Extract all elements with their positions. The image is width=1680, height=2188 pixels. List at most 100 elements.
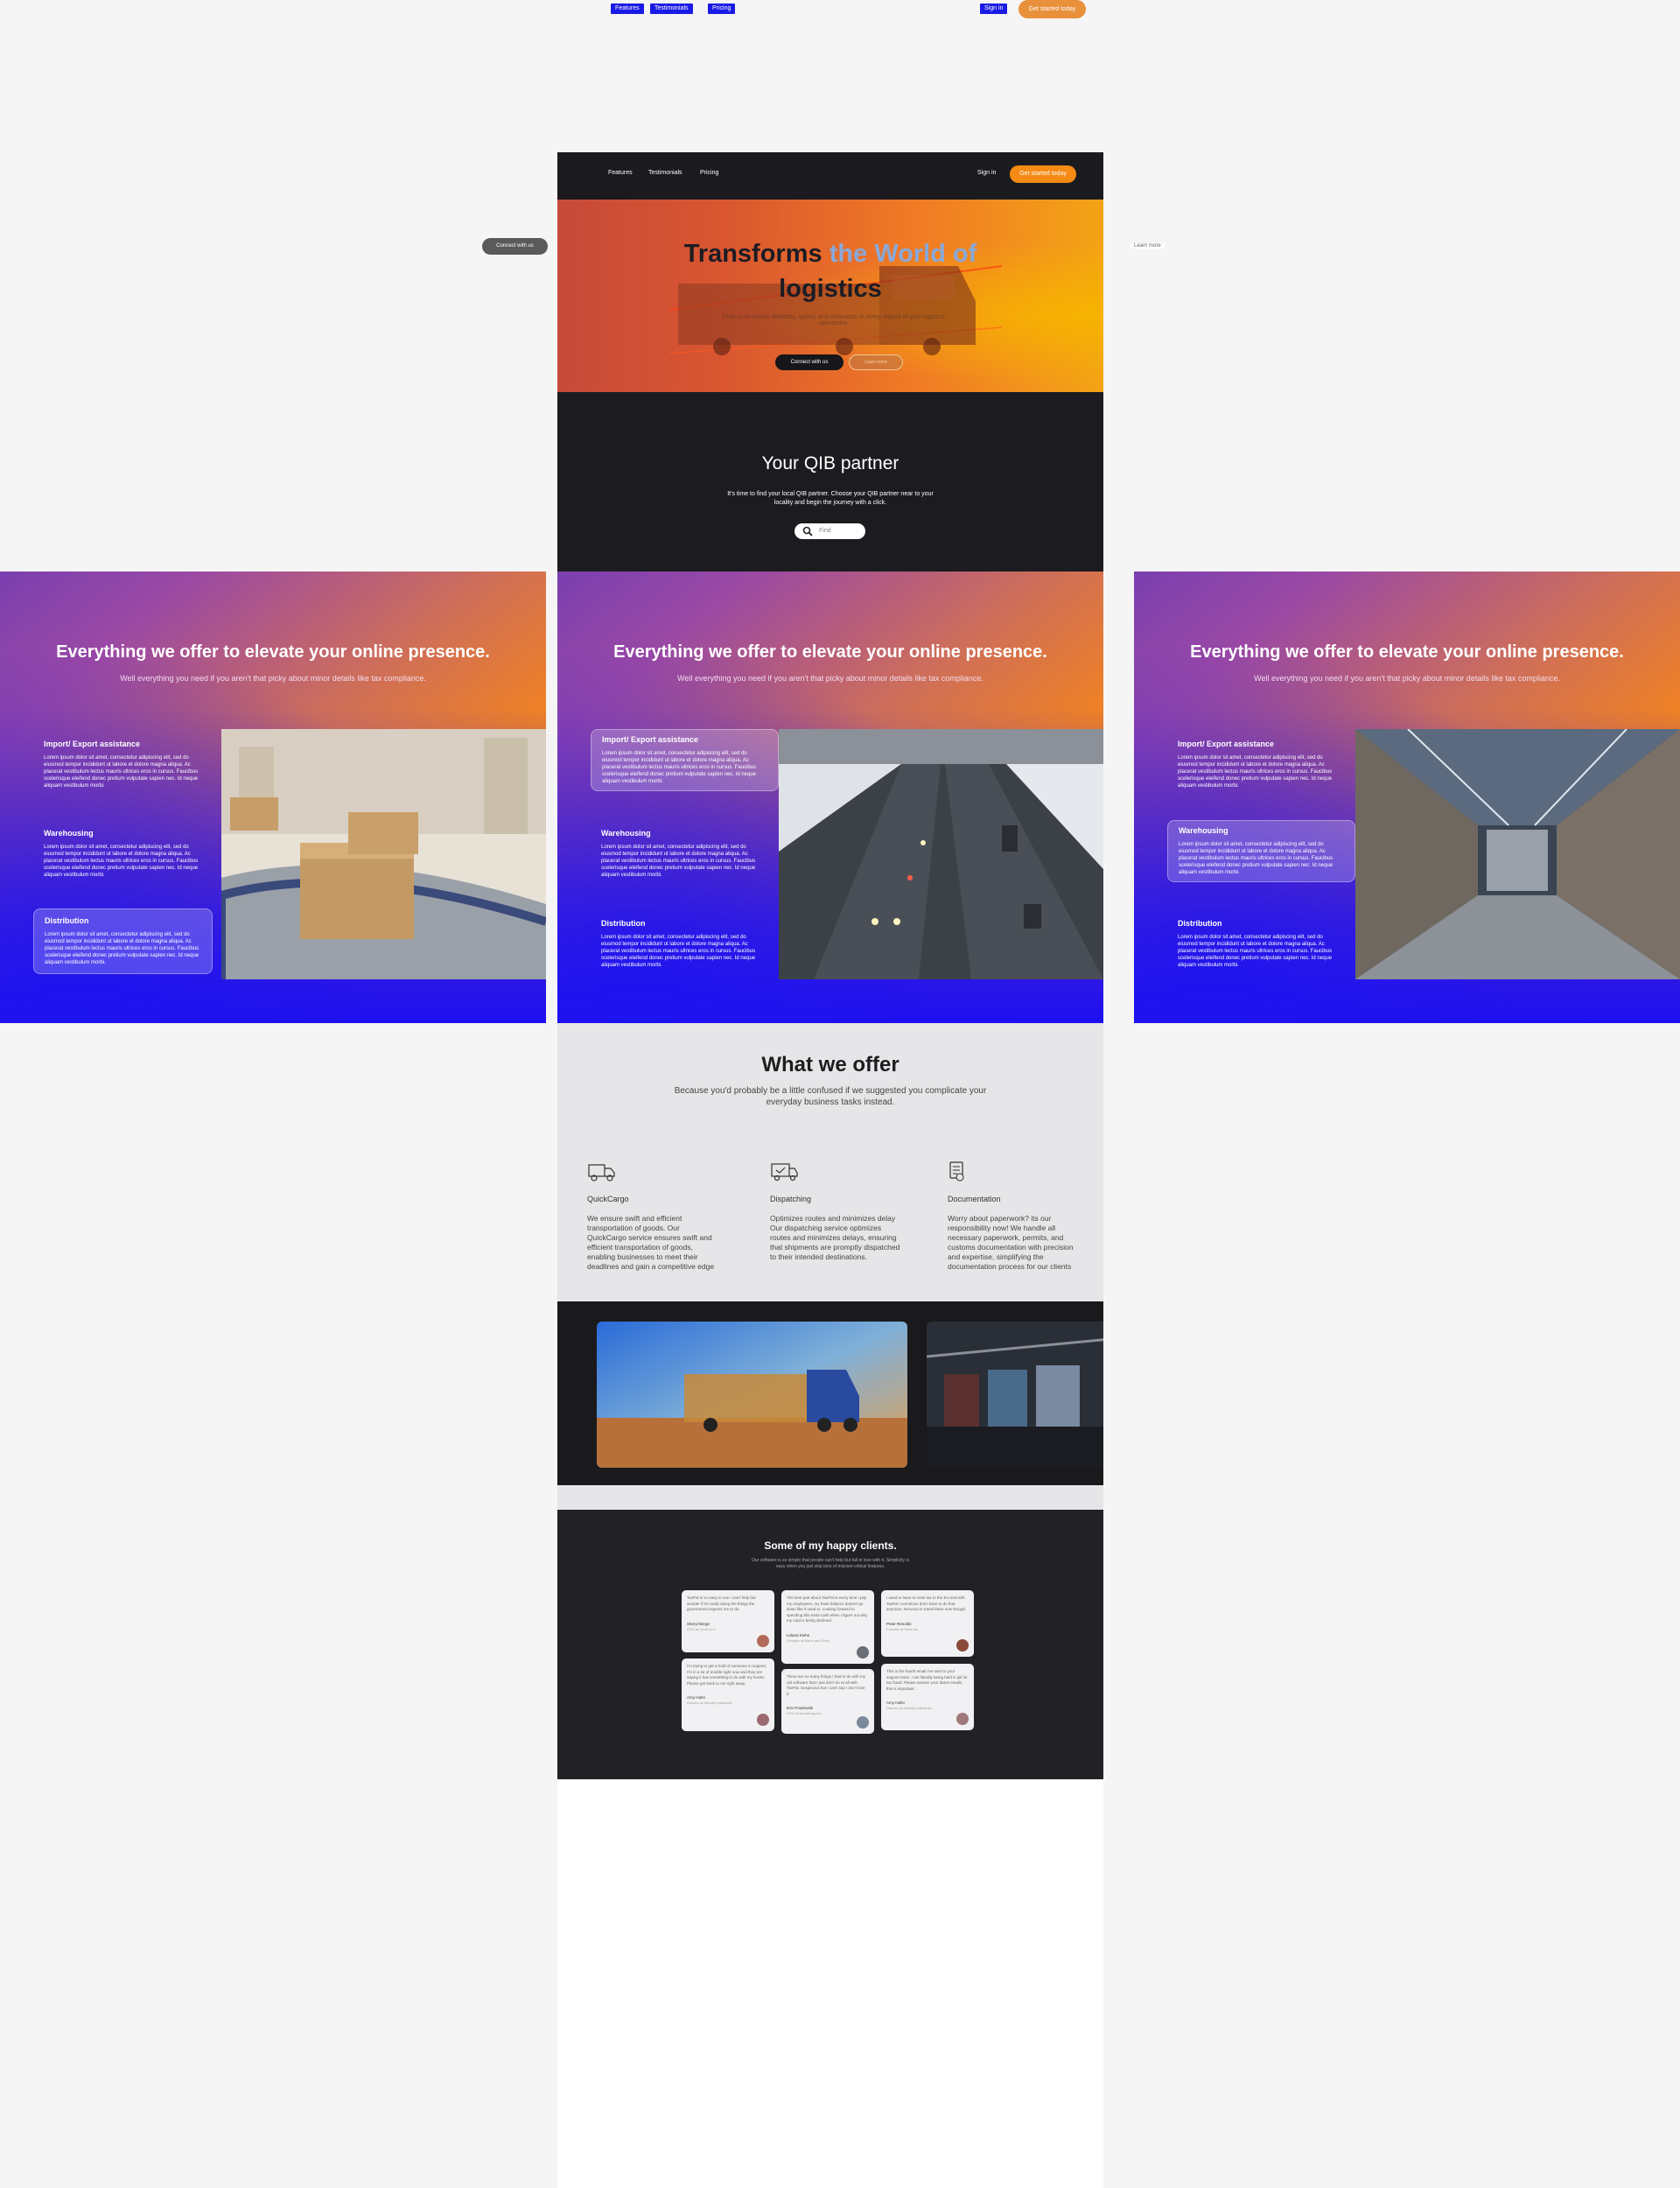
testimonial-card: I used to have to remit tax to the EU an…	[881, 1590, 974, 1657]
feature-warehousing[interactable]: Warehousing Lorem ipsum dolor sit amet, c…	[33, 825, 213, 882]
avatar	[857, 1646, 869, 1659]
feature-title: Import/ Export assistance	[1178, 740, 1275, 748]
get-started-button[interactable]: Get started today	[1010, 165, 1076, 183]
testimonial-quote: The best part about TaxPal is every time…	[787, 1595, 868, 1623]
conveyor-boxes-image	[221, 729, 546, 979]
document-icon	[949, 1161, 964, 1182]
testimonial-name: Leland Kiehn	[787, 1632, 810, 1637]
hero-title: Transforms the World of logistics	[557, 236, 1103, 306]
hero-tagline: Trust us to deliver reliability, speed, …	[721, 314, 945, 326]
testimonials-section: Some of my happy clients. Our software i…	[557, 1510, 1103, 1779]
testimonial-quote: This is the fourth email I've sent to yo…	[886, 1669, 968, 1691]
testimonial-quote: I used to have to remit tax to the EU an…	[886, 1595, 967, 1611]
nav-pricing[interactable]: Pricing	[700, 170, 718, 176]
services-subtitle: Because you'd probably be a little confu…	[674, 1086, 987, 1107]
feature-title: Import/ Export assistance	[602, 735, 699, 744]
testimonial-role: Director at Velocity Industries	[886, 1706, 932, 1710]
floating-sign-in[interactable]: Sign in	[980, 4, 1008, 14]
testimonial-name: Erin Powlowski	[787, 1706, 814, 1710]
partner-title: Your QIB partner	[761, 453, 900, 473]
testimonial-role: COO at Armstrong Inc	[787, 1711, 822, 1715]
feature-distribution[interactable]: Distribution Lorem ipsum dolor sit amet, …	[33, 908, 213, 974]
feature-text: Lorem ipsum dolor sit amet, consectetur …	[1179, 842, 1334, 875]
nav-sign-in[interactable]: Sign in	[977, 170, 996, 176]
feature-text: Lorem ipsum dolor sit amet, consectetur …	[1178, 935, 1333, 968]
hero-section: Transforms the World of logistics Trust u…	[557, 200, 1103, 392]
feature-distribution[interactable]: Distribution Lorem ipsum dolor sit amet, …	[1167, 915, 1347, 972]
feature-title: Distribution	[45, 916, 89, 925]
testimonial-quote: TaxPal is so easy to use I can't help bu…	[687, 1595, 756, 1611]
testimonial-card: This is the fourth email I've sent to yo…	[881, 1664, 974, 1730]
testimonial-name: Amy Hahn	[687, 1695, 706, 1700]
testimonial-role: Founder of Kiehn and Sons	[787, 1637, 830, 1643]
avatar	[757, 1714, 769, 1726]
feature-text: Lorem ipsum dolor sit amet, consectetur …	[44, 755, 199, 789]
testimonial-card: There are so many things I had to do wit…	[781, 1669, 874, 1734]
testimonials-title: Some of my happy clients.	[764, 1539, 897, 1552]
cargo-truck-icon	[588, 1164, 615, 1182]
hero-title-accent: the World of	[829, 240, 977, 268]
learn-more-button[interactable]: Learn more	[849, 354, 903, 370]
feature-import-export[interactable]: Import/ Export assistance Lorem ipsum dol…	[33, 736, 213, 793]
offer-subtitle: Well everything you need if you aren't t…	[120, 674, 426, 683]
service-text: Worry about paperwork? its our responsib…	[948, 1214, 1074, 1271]
avatar	[757, 1635, 769, 1647]
search-icon	[802, 526, 813, 536]
service-documentation: Documentation Worry about paperwork? its…	[948, 1161, 1079, 1272]
service-title: QuickCargo	[587, 1195, 629, 1203]
offer-panel-center: Everything we offer to elevate your onli…	[557, 572, 1103, 1023]
feature-text: Lorem ipsum dolor sit amet, consectetur …	[602, 751, 757, 784]
testimonial-name: Amy Hahn	[886, 1701, 906, 1705]
testimonial-role: Director at Velocity Industries	[687, 1701, 732, 1705]
feature-title: Warehousing	[1179, 826, 1228, 835]
feature-title: Warehousing	[44, 829, 94, 838]
offer-title: Everything we offer to elevate your onli…	[56, 642, 490, 662]
service-text: Optimizes routes and minimizes delay Our…	[770, 1214, 900, 1261]
feature-text: Lorem ipsum dolor sit amet, consectetur …	[44, 845, 199, 878]
feature-title: Warehousing	[601, 829, 651, 838]
service-quickcargo: QuickCargo We ensure swift and efficient…	[587, 1161, 718, 1272]
feature-import-export[interactable]: Import/ Export assistance Lorem ipsum dol…	[591, 729, 779, 791]
feature-text: Lorem ipsum dolor sit amet, consectetur …	[45, 932, 200, 965]
testimonial-name: Peter Renolds	[886, 1621, 912, 1626]
feature-import-export[interactable]: Import/ Export assistance Lorem ipsum dol…	[1167, 736, 1347, 793]
floating-get-started-button[interactable]: Get started today	[1018, 0, 1086, 18]
connect-button[interactable]: Connect with us	[775, 354, 844, 370]
offer-panel-left: Everything we offer to elevate your onli…	[0, 572, 546, 1023]
nav-features[interactable]: Features	[608, 170, 633, 176]
floating-nav-testimonials[interactable]: Testimonials	[650, 4, 693, 14]
dispatch-truck-icon	[771, 1163, 798, 1182]
testimonial-card: TaxPal is so easy to use I can't help bu…	[682, 1590, 774, 1652]
feature-warehousing[interactable]: Warehousing Lorem ipsum dolor sit amet, c…	[1167, 820, 1355, 882]
gallery-section	[557, 1301, 1103, 1485]
feature-text: Lorem ipsum dolor sit amet, consectetur …	[1178, 755, 1333, 789]
partner-section: Your QIB partner It's time to find your …	[557, 392, 1103, 572]
ghost-learn-more-link[interactable]: Learn more	[1130, 243, 1165, 249]
testimonial-name: Sheryl Berge	[687, 1621, 710, 1626]
avatar	[857, 1716, 869, 1729]
services-section: What we offer Because you'd probably be …	[557, 1023, 1103, 1301]
nav-testimonials[interactable]: Testimonials	[648, 170, 682, 176]
site-header: Features Testimonials Pricing Sign in Ge…	[557, 152, 1103, 200]
partner-search-input[interactable]: Find	[794, 523, 865, 539]
testimonial-role: CEO at Lynch LLC	[687, 1626, 717, 1631]
partner-text: It's time to find your local QIB partner…	[727, 491, 934, 506]
avatar	[956, 1713, 969, 1725]
truck-photo	[597, 1322, 907, 1468]
section-separator	[557, 1485, 1103, 1510]
feature-warehousing[interactable]: Warehousing Lorem ipsum dolor sit amet, c…	[591, 825, 770, 882]
testimonial-card: The best part about TaxPal is every time…	[781, 1590, 874, 1664]
feature-title: Distribution	[601, 919, 646, 928]
testimonial-card: I'm trying to get a hold of someone in s…	[682, 1659, 774, 1731]
floating-nav-pricing[interactable]: Pricing	[708, 4, 736, 14]
floating-nav-features[interactable]: Features	[611, 4, 644, 14]
offer-panel-right: Everything we offer to elevate your onli…	[1134, 572, 1680, 1023]
service-title: Documentation	[948, 1195, 1001, 1203]
feature-text: Lorem ipsum dolor sit amet, consectetur …	[601, 935, 756, 968]
ghost-connect-button[interactable]: Connect with us	[482, 238, 548, 255]
feature-title: Distribution	[1178, 919, 1222, 928]
hero-title-part1: Transforms	[683, 240, 830, 268]
offer-subtitle: Well everything you need if you aren't t…	[1254, 674, 1560, 683]
feature-distribution[interactable]: Distribution Lorem ipsum dolor sit amet, …	[591, 915, 770, 972]
service-dispatching: Dispatching Optimizes routes and minimiz…	[770, 1161, 901, 1262]
